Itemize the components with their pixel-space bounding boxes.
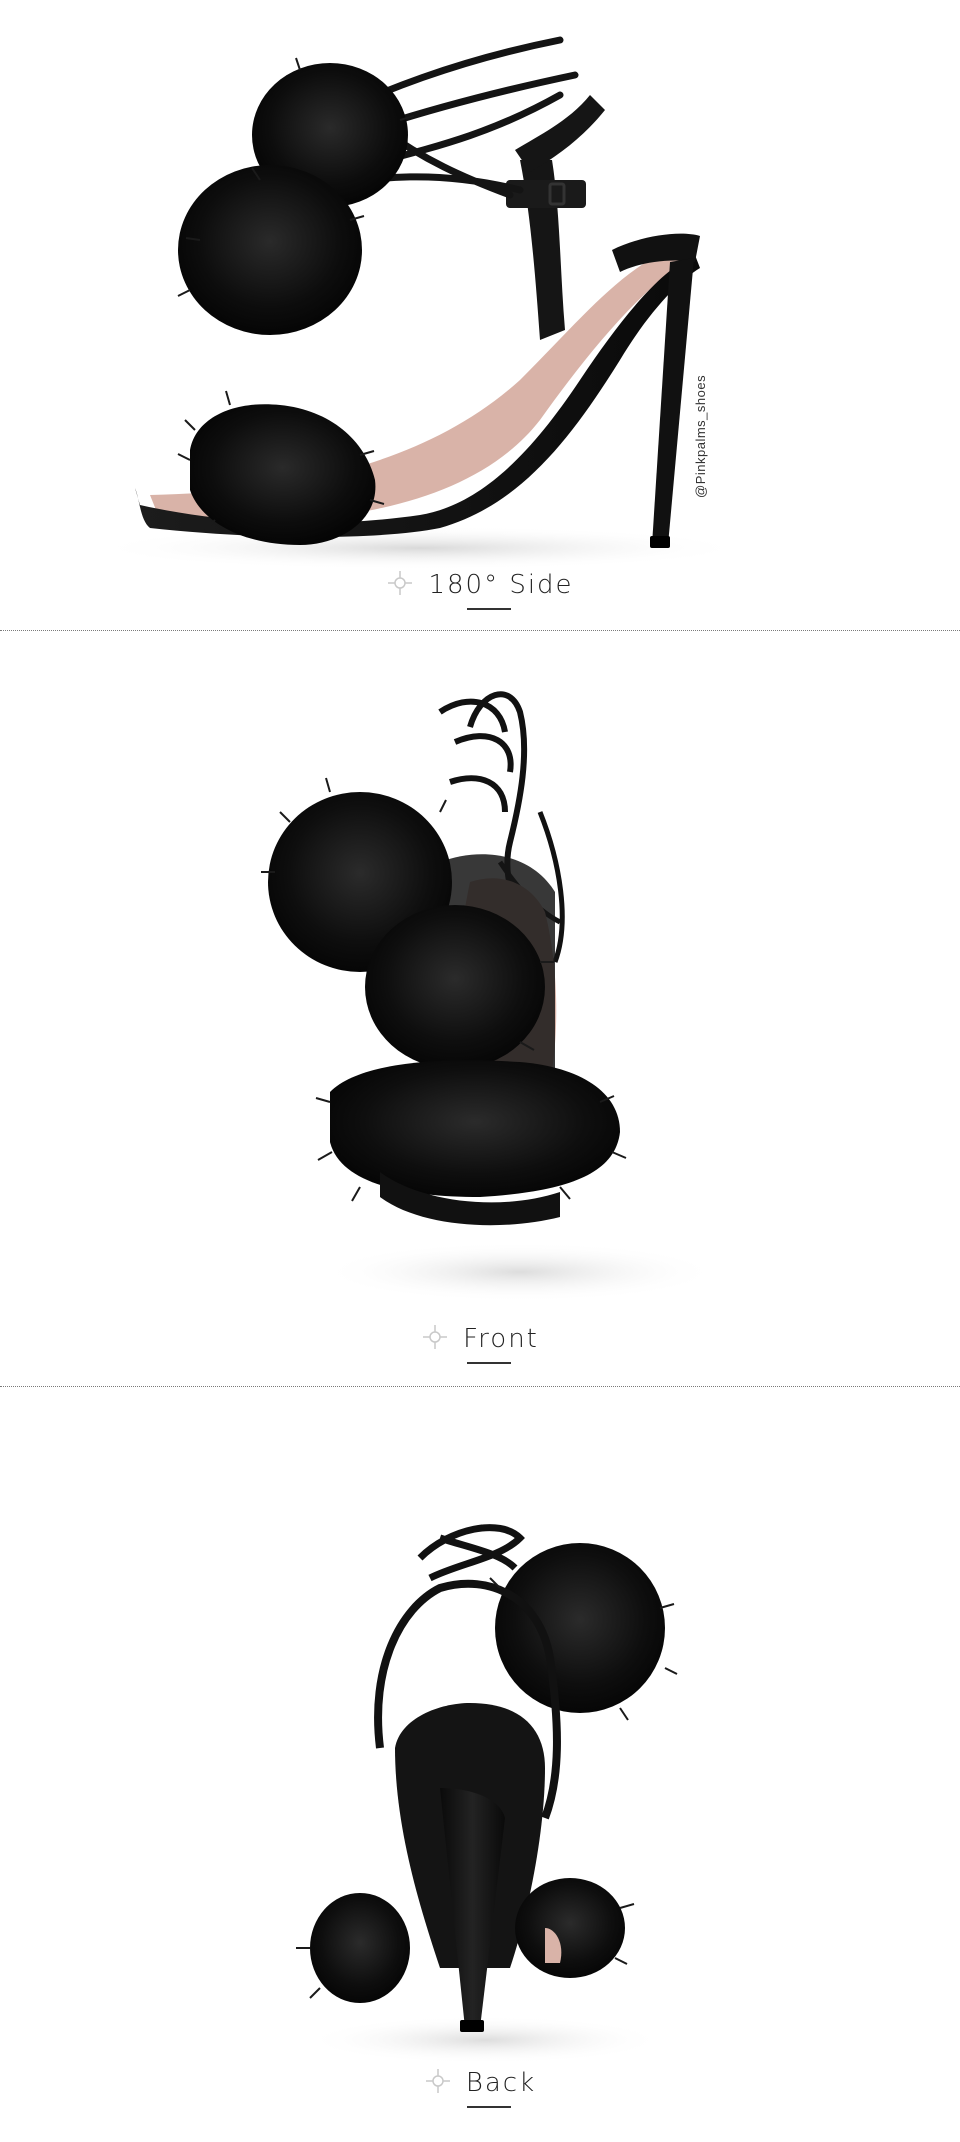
caption-underline [467, 608, 511, 610]
section-divider [0, 630, 960, 631]
product-view-back: Back [0, 1388, 960, 2142]
watermark-text: @Pinkpalms_shoes [693, 374, 708, 498]
section-divider [0, 1386, 960, 1387]
caption-back: Back [0, 2067, 960, 2108]
shoe-front-image [261, 691, 720, 1302]
shoe-side-image [90, 36, 750, 570]
product-view-side: @Pinkpalms_shoes 180° Side [0, 0, 960, 632]
caption-underline [467, 1362, 511, 1364]
caption-side: 180° Side [0, 569, 960, 610]
shoe-back-image [296, 1524, 678, 2064]
caption-label: 180° Side [428, 570, 574, 600]
caption-label: Back [465, 2068, 537, 2098]
crosshair-icon [421, 1323, 449, 1351]
caption-underline [467, 2106, 511, 2108]
crosshair-icon [424, 2067, 452, 2095]
caption-front: Front [0, 1323, 960, 1364]
product-view-front: Front [0, 632, 960, 1388]
caption-label: Front [463, 1324, 539, 1354]
crosshair-icon [386, 569, 414, 597]
